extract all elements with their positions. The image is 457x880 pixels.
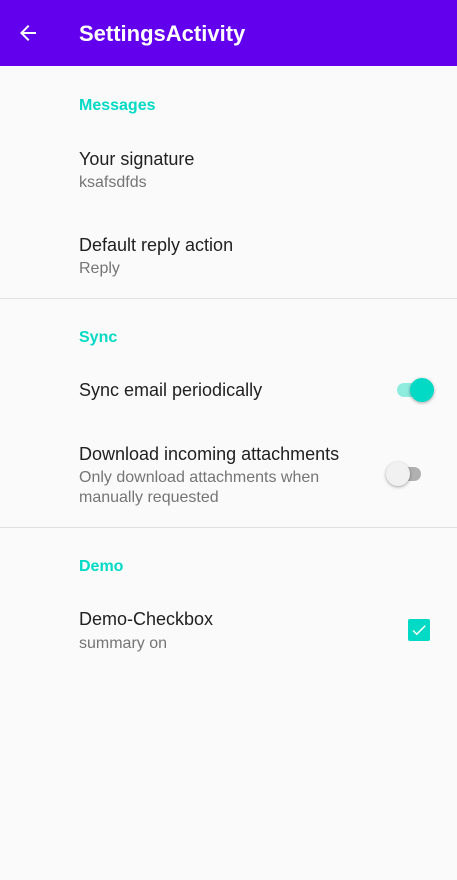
divider [0, 298, 457, 299]
pref-demo-checkbox-summary: summary on [79, 635, 168, 652]
pref-signature[interactable]: Your signature ksafsdfds [0, 136, 457, 216]
pref-sync-email-title: Sync email periodically [79, 380, 263, 400]
section-header-messages: Messages [79, 97, 156, 114]
pref-signature-title: Your signature [79, 149, 195, 169]
pref-download-attachments-title: Download incoming attachments [79, 444, 340, 464]
section-header-demo: Demo [79, 558, 124, 575]
page-title: SettingsActivity [79, 21, 246, 46]
sync-email-switch[interactable] [394, 375, 438, 405]
pref-default-reply-title: Default reply action [79, 235, 234, 255]
switch-thumb [410, 378, 434, 402]
back-button[interactable] [8, 13, 48, 53]
demo-checkbox[interactable] [408, 619, 430, 641]
pref-sync-email[interactable]: Sync email periodically [0, 362, 457, 418]
pref-signature-summary: ksafsdfds [79, 174, 147, 191]
pref-download-attachments[interactable]: Download incoming attachments Only downl… [0, 432, 457, 512]
section-header-sync: Sync [79, 329, 118, 346]
divider [0, 527, 457, 528]
switch-thumb [386, 462, 410, 486]
pref-default-reply-summary: Reply [79, 260, 120, 277]
pref-demo-checkbox-title: Demo-Checkbox [79, 609, 214, 629]
pref-default-reply[interactable]: Default reply action Reply [0, 222, 457, 302]
pref-download-attachments-summary: Only download attachments when manually … [79, 469, 320, 506]
checkmark-icon [412, 625, 426, 636]
arrow-left-icon [20, 25, 36, 41]
app-bar: SettingsActivity [0, 0, 457, 66]
pref-demo-checkbox[interactable]: Demo-Checkbox summary on [0, 596, 457, 664]
download-attachments-switch[interactable] [384, 459, 428, 489]
